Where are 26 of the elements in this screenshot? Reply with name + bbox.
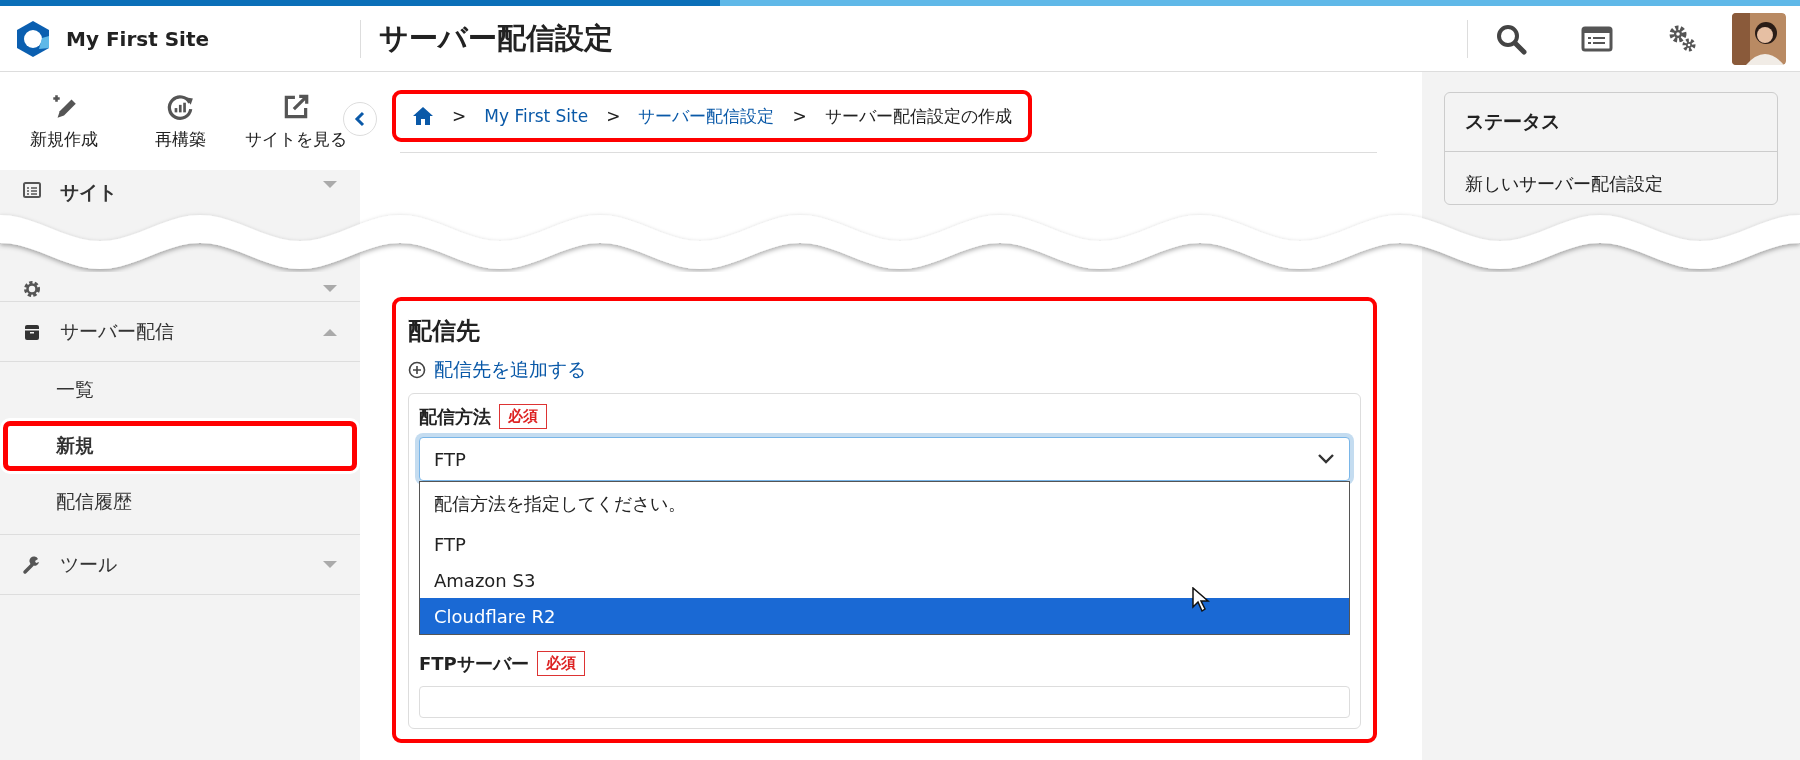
breadcrumb-current: サーバー配信設定の作成 bbox=[824, 104, 1012, 128]
add-destination-link[interactable]: 配信先を追加する bbox=[408, 357, 586, 383]
field-label: FTPサーバー bbox=[419, 651, 529, 676]
breadcrumb-separator: > bbox=[452, 106, 467, 126]
sidebar-subitem[interactable]: 新規 bbox=[0, 418, 360, 474]
required-badge: 必須 bbox=[499, 404, 547, 429]
sidebar-subitem[interactable]: 配信履歴 bbox=[0, 474, 360, 530]
toolbar-button[interactable]: 新規作成 bbox=[6, 72, 122, 170]
status-text: 新しいサーバー配信設定 bbox=[1464, 172, 1664, 196]
field-label: 配信方法 bbox=[419, 404, 491, 429]
required-badge: 必須 bbox=[536, 651, 585, 676]
dropdown-option[interactable]: FTP bbox=[420, 526, 1349, 562]
dropdown-option[interactable]: Cloudflare R2 bbox=[420, 598, 1349, 634]
breadcrumb-separator: > bbox=[606, 106, 621, 126]
toolbar-button[interactable]: サイトを見る bbox=[238, 72, 354, 170]
page-title: サーバー配信設定 bbox=[379, 19, 614, 57]
sidebar-subitem[interactable]: 一覧 bbox=[0, 362, 360, 418]
breadcrumb-separator: > bbox=[792, 106, 807, 126]
dropdown-option[interactable]: 配信方法を指定してください。 bbox=[420, 482, 1349, 526]
card-title: ステータス bbox=[1445, 93, 1777, 152]
dropdown-option[interactable]: Amazon S3 bbox=[420, 562, 1349, 598]
site-name: My First Site bbox=[66, 26, 210, 51]
breadcrumb-link[interactable]: サーバー配信設定 bbox=[638, 104, 775, 128]
toolbar-button[interactable]: 再構築 bbox=[122, 72, 238, 170]
section-title: 配信先 bbox=[408, 316, 481, 347]
breadcrumb-link[interactable]: My First Site bbox=[484, 106, 589, 126]
